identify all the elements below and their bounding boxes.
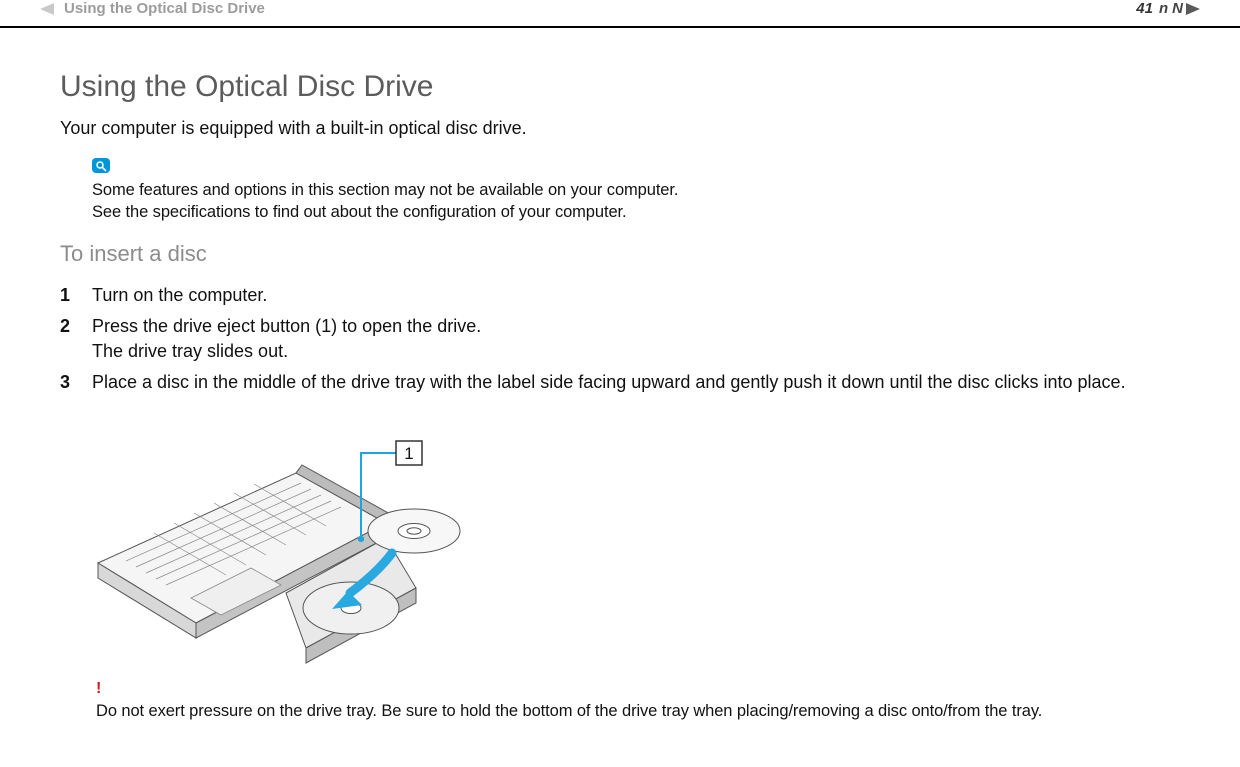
step-text: Turn on the computer. [92,283,1190,308]
document-page: Using the Optical Disc Drive 41 n N Usin… [0,0,1240,767]
step-text: Place a disc in the middle of the drive … [92,370,1190,395]
note-line-1: Some features and options in this sectio… [92,181,678,199]
step-number: 3 [60,370,74,395]
warning-text: Do not exert pressure on the drive tray.… [96,700,1190,722]
step-number: 1 [60,283,74,308]
step-main-text: Press the drive eject button (1) to open… [92,316,481,336]
step-list: 1 Turn on the computer. 2 Press the driv… [60,283,1190,395]
header-section-title-area: Using the Optical Disc Drive [40,0,265,18]
header-section-title: Using the Optical Disc Drive [64,0,265,18]
callout-label: 1 [404,444,413,463]
page-header: Using the Optical Disc Drive 41 n N [0,0,1240,28]
laptop-disc-drive-illustration: 1 [96,413,468,665]
nav-chevron-left-group [40,3,54,15]
illustration-container: 1 [96,413,1190,670]
subheading: To insert a disc [60,241,1190,267]
warning-mark: ! [96,680,1190,698]
nav-nn-label: n [1159,0,1168,17]
intro-paragraph: Your computer is equipped with a built-i… [60,116,1190,140]
note-text: Some features and options in this sectio… [92,179,1190,223]
magnifier-icon [92,158,110,173]
triangle-right-icon [1186,3,1200,15]
page-title: Using the Optical Disc Drive [60,70,1190,104]
nav-nn-label-2: N [1172,0,1182,17]
page-number: 41 [1136,0,1153,17]
step-text: Press the drive eject button (1) to open… [92,314,1190,364]
step-sub-text: The drive tray slides out. [92,339,1190,364]
nav-chevron-right-group[interactable]: n N [1159,0,1200,17]
triangle-left-icon [40,3,54,15]
header-page-nav: 41 n N [1136,0,1200,17]
step-item: 1 Turn on the computer. [60,283,1190,308]
warning-block: ! Do not exert pressure on the drive tra… [96,680,1190,722]
step-item: 3 Place a disc in the middle of the driv… [60,370,1190,395]
note-line-2: See the specifications to find out about… [92,203,627,221]
note-block: Some features and options in this sectio… [92,158,1190,223]
step-number: 2 [60,314,74,339]
page-content: Using the Optical Disc Drive Your comput… [0,28,1240,722]
step-item: 2 Press the drive eject button (1) to op… [60,314,1190,364]
